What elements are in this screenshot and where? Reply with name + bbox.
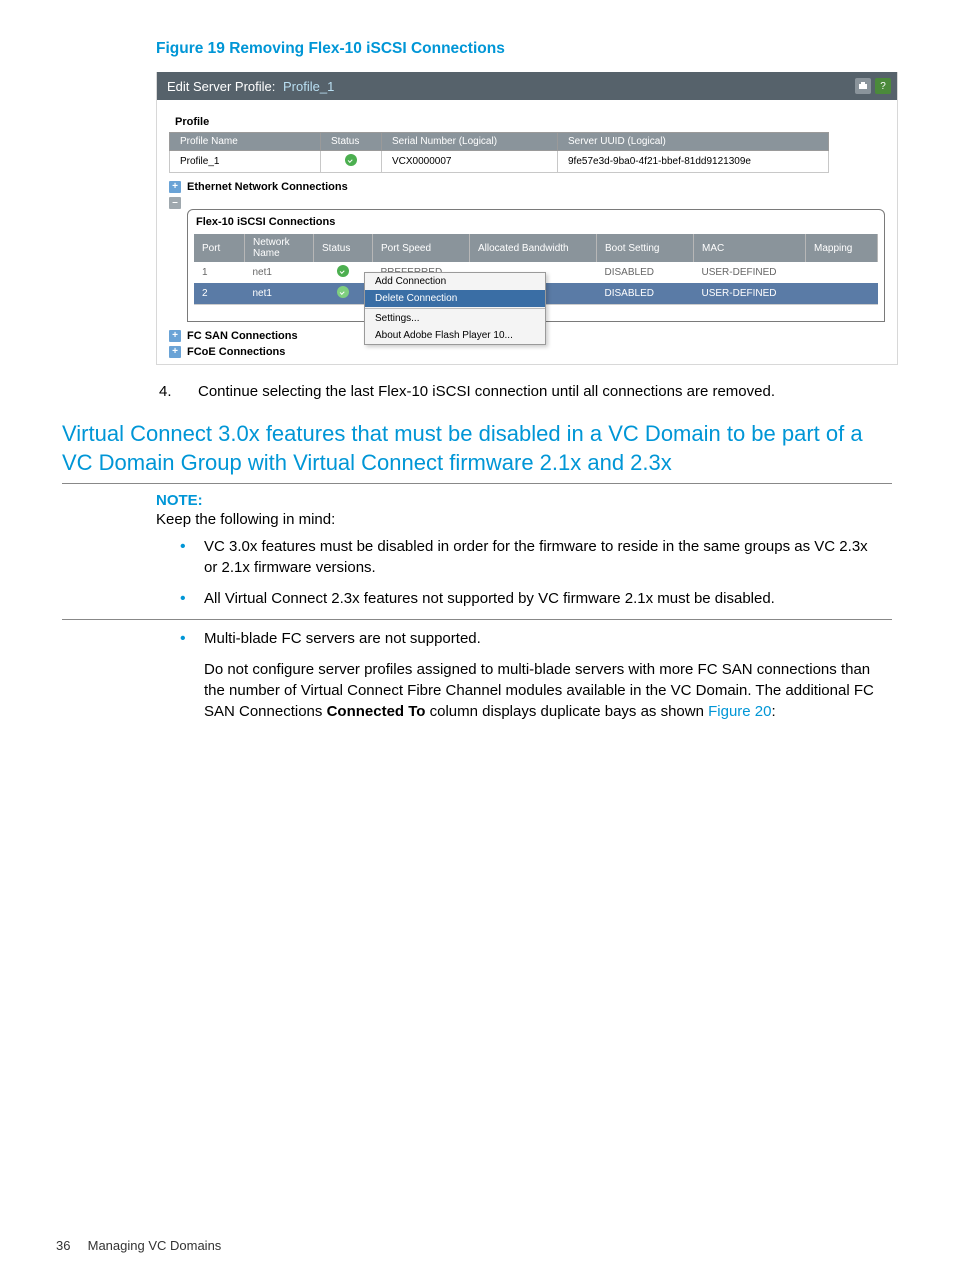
- text: :: [772, 703, 776, 720]
- cell-boot: DISABLED: [597, 262, 694, 283]
- section-fcoe[interactable]: + FCoE Connections: [169, 346, 885, 358]
- step-4: Continue selecting the last Flex-10 iSCS…: [184, 381, 874, 402]
- note-intro: Keep the following in mind:: [156, 511, 874, 528]
- procedure-list: Continue selecting the last Flex-10 iSCS…: [156, 381, 898, 402]
- list-item: All Virtual Connect 2.3x features not su…: [180, 588, 874, 609]
- profile-link[interactable]: Profile_1: [283, 79, 334, 94]
- context-menu[interactable]: Add Connection Delete Connection Setting…: [364, 272, 546, 345]
- note-label: NOTE:: [156, 492, 874, 509]
- cell-map: [806, 283, 878, 305]
- col-mac: MAC: [694, 234, 806, 262]
- menu-about-flash[interactable]: About Adobe Flash Player 10...: [365, 327, 545, 344]
- uuid-cell: 9fe57e3d-9ba0-4f21-bbef-81dd9121309e: [558, 151, 829, 173]
- print-icon[interactable]: [855, 78, 871, 94]
- col-boot: Boot Setting: [597, 234, 694, 262]
- horizontal-rule: [62, 619, 892, 620]
- cell-net: net1: [245, 262, 314, 283]
- cell-mac: USER-DEFINED: [694, 283, 806, 305]
- serial-cell: VCX0000007: [382, 151, 558, 173]
- cell-map: [806, 262, 878, 283]
- flex10-panel: Flex-10 iSCSI Connections Port Network N…: [187, 209, 885, 322]
- expand-icon[interactable]: +: [169, 346, 181, 358]
- collapse-icon[interactable]: –: [169, 197, 181, 209]
- col-status: Status: [321, 133, 382, 151]
- menu-delete-connection[interactable]: Delete Connection: [365, 290, 545, 307]
- status-ok-icon: [337, 265, 349, 277]
- section-label: Ethernet Network Connections: [187, 181, 348, 193]
- section-heading: Virtual Connect 3.0x features that must …: [62, 420, 892, 477]
- section-ethernet[interactable]: + Ethernet Network Connections: [169, 181, 885, 193]
- expand-icon[interactable]: +: [169, 330, 181, 342]
- section-label: FC SAN Connections: [187, 330, 298, 342]
- status-ok-icon: [337, 286, 349, 298]
- list-item: VC 3.0x features must be disabled in ord…: [180, 536, 874, 578]
- chapter-name: Managing VC Domains: [88, 1238, 222, 1253]
- cell-port: 2: [194, 283, 245, 305]
- cell-boot: DISABLED: [597, 283, 694, 305]
- screenshot-edit-server-profile: Edit Server Profile: Profile_1 ? Profile…: [156, 72, 898, 365]
- expand-icon[interactable]: +: [169, 181, 181, 193]
- col-port: Port: [194, 234, 245, 262]
- col-speed: Port Speed: [373, 234, 470, 262]
- section-label: FCoE Connections: [187, 346, 285, 358]
- col-mapping: Mapping: [806, 234, 878, 262]
- text: column displays duplicate bays as shown: [425, 703, 708, 720]
- window-titlebar: Edit Server Profile: Profile_1 ?: [157, 72, 897, 100]
- menu-settings[interactable]: Settings...: [365, 310, 545, 327]
- profile-section-title: Profile: [169, 112, 885, 132]
- figure-20-link[interactable]: Figure 20: [708, 703, 771, 720]
- window-title-prefix: Edit Server Profile:: [167, 79, 275, 94]
- status-ok-icon: [345, 154, 357, 166]
- body-paragraph: Do not configure server profiles assigne…: [204, 659, 874, 722]
- flex10-title: Flex-10 iSCSI Connections: [194, 216, 878, 234]
- cell-mac: USER-DEFINED: [694, 262, 806, 283]
- col-network: Network Name: [245, 234, 314, 262]
- col-uuid: Server UUID (Logical): [558, 133, 829, 151]
- profile-row: Profile_1 VCX0000007 9fe57e3d-9ba0-4f21-…: [170, 151, 829, 173]
- col-bandwidth: Allocated Bandwidth: [470, 234, 597, 262]
- bold-text: Connected To: [327, 703, 426, 720]
- profile-table: Profile Name Status Serial Number (Logic…: [169, 132, 829, 173]
- cell-net: net1: [245, 283, 314, 305]
- list-item: Multi-blade FC servers are not supported…: [180, 628, 874, 649]
- figure-caption: Figure 19 Removing Flex-10 iSCSI Connect…: [156, 40, 898, 58]
- col-serial: Serial Number (Logical): [382, 133, 558, 151]
- col-profile-name: Profile Name: [170, 133, 321, 151]
- col-row-status: Status: [314, 234, 373, 262]
- cell-port: 1: [194, 262, 245, 283]
- page-number: 36: [56, 1238, 84, 1253]
- menu-add-connection[interactable]: Add Connection: [365, 273, 545, 290]
- page-footer: 36 Managing VC Domains: [56, 1238, 221, 1253]
- profile-name-cell[interactable]: Profile_1: [170, 151, 321, 173]
- horizontal-rule: [62, 483, 892, 484]
- note-bullets: VC 3.0x features must be disabled in ord…: [180, 536, 874, 609]
- body-bullets: Multi-blade FC servers are not supported…: [180, 628, 874, 649]
- help-icon[interactable]: ?: [875, 78, 891, 94]
